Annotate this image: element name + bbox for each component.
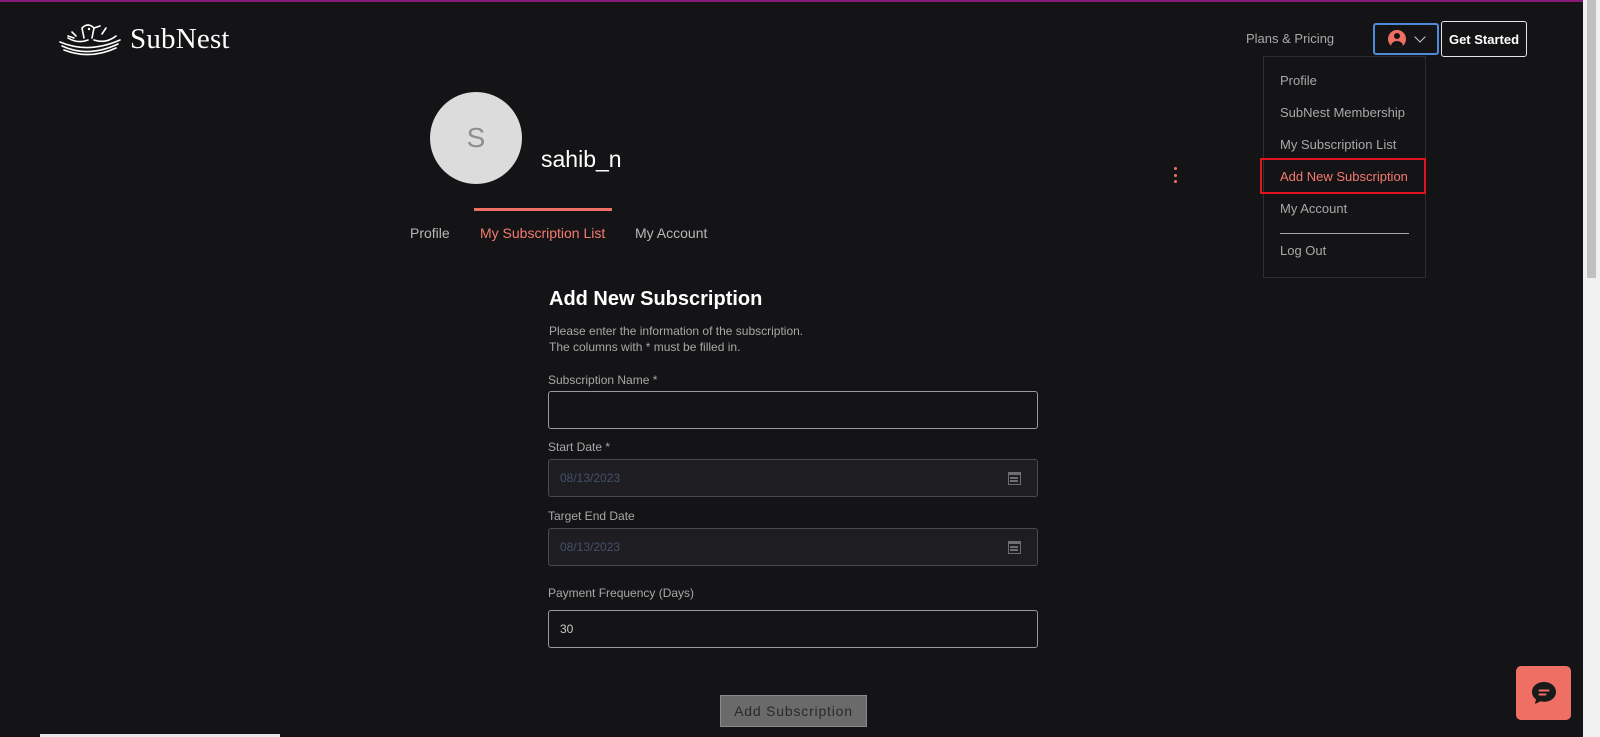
tab-profile[interactable]: Profile: [410, 225, 450, 241]
form-title: Add New Subscription: [549, 288, 763, 310]
nav-plans-pricing-link[interactable]: Plans & Pricing: [1246, 31, 1334, 46]
calendar-icon[interactable]: [1008, 541, 1021, 554]
top-accent-bar: [0, 0, 1600, 2]
chat-button[interactable]: [1516, 666, 1571, 720]
nest-bird-logo-icon: [59, 24, 121, 56]
menu-item-membership[interactable]: SubNest Membership: [1280, 105, 1405, 120]
form-description-line-2: The columns with * must be filled in.: [549, 340, 741, 354]
tab-my-account[interactable]: My Account: [635, 225, 707, 241]
start-date-label: Start Date *: [548, 440, 611, 454]
payment-frequency-input[interactable]: 30: [548, 610, 1038, 648]
subscription-name-input[interactable]: [548, 391, 1038, 429]
page-scrollbar[interactable]: [1583, 0, 1600, 737]
more-vertical-icon[interactable]: [1174, 167, 1178, 183]
end-date-label: Target End Date: [548, 509, 635, 523]
avatar: S: [430, 92, 522, 184]
scrollbar-thumb[interactable]: [1587, 0, 1596, 278]
more-dot: [1174, 167, 1177, 170]
subscription-name-label: Subscription Name *: [548, 373, 658, 387]
chat-icon: [1531, 682, 1556, 704]
user-dropdown-menu: Profile SubNest Membership My Subscripti…: [1260, 56, 1426, 278]
username: sahib_n: [541, 146, 622, 172]
payment-frequency-label: Payment Frequency (Days): [548, 586, 695, 600]
form-description-line-1: Please enter the information of the subs…: [549, 324, 804, 338]
start-date-value: 08/13/2023: [560, 471, 621, 485]
more-dot: [1174, 180, 1177, 183]
add-subscription-button[interactable]: Add Subscription: [720, 695, 867, 727]
active-tab-indicator: [474, 208, 612, 211]
tab-subscription-list[interactable]: My Subscription List: [480, 225, 605, 241]
menu-item-log-out[interactable]: Log Out: [1280, 243, 1326, 258]
brand-logo[interactable]: SubNest: [58, 18, 230, 60]
brand-name: SubNest: [130, 22, 230, 55]
calendar-icon[interactable]: [1008, 472, 1021, 485]
menu-item-add-subscription[interactable]: Add New Subscription: [1280, 169, 1408, 184]
get-started-button[interactable]: Get Started: [1441, 21, 1527, 57]
chevron-down-icon: [1414, 31, 1426, 43]
more-dot: [1174, 173, 1177, 177]
menu-item-profile[interactable]: Profile: [1280, 73, 1317, 88]
end-date-input[interactable]: 08/13/2023: [548, 528, 1038, 566]
menu-item-subscription-list[interactable]: My Subscription List: [1280, 137, 1396, 152]
user-menu-button[interactable]: [1373, 23, 1439, 55]
end-date-value: 08/13/2023: [560, 540, 621, 554]
user-circle-icon: [1388, 30, 1406, 48]
start-date-input[interactable]: 08/13/2023: [548, 459, 1038, 497]
menu-divider: [1280, 233, 1409, 234]
page: SubNest Plans & Pricing Get Started Prof…: [0, 0, 1600, 737]
menu-item-my-account[interactable]: My Account: [1280, 201, 1347, 216]
